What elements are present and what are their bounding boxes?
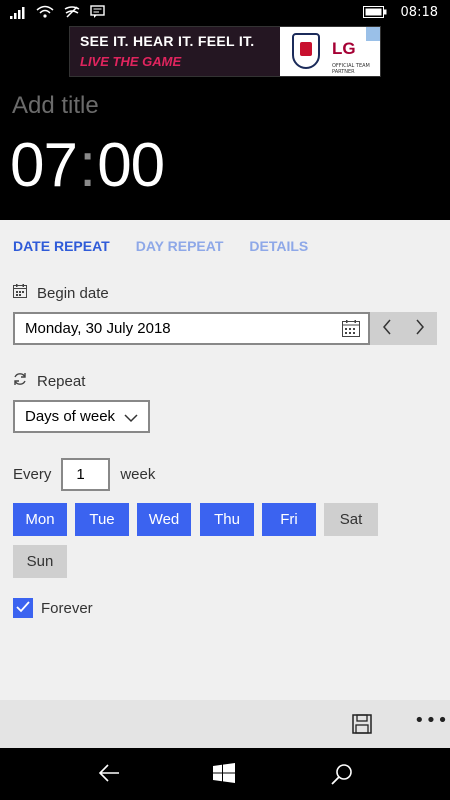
- previous-date-button[interactable]: [370, 312, 404, 345]
- time-hours[interactable]: 07: [10, 130, 78, 201]
- forever-checkbox[interactable]: [13, 598, 33, 618]
- chevron-right-icon: [415, 319, 425, 339]
- wifi-icon: [36, 4, 54, 23]
- ad-info-icon[interactable]: [366, 27, 380, 41]
- status-bar: 08:18: [0, 0, 450, 26]
- every-row: Every 1 week: [13, 458, 155, 491]
- calendar-icon: [13, 284, 27, 302]
- back-arrow-icon[interactable]: [97, 763, 121, 787]
- status-time: 08:18: [400, 5, 438, 20]
- every-suffix: week: [120, 466, 156, 483]
- tab-bar: DATE REPEAT DAY REPEAT DETAILS: [13, 238, 308, 254]
- ad-tagline: LIVE THE GAME: [80, 54, 182, 69]
- repeat-label: Repeat: [37, 372, 86, 390]
- app-bar: •••: [0, 700, 450, 748]
- day-sat-button[interactable]: Sat: [324, 503, 378, 536]
- tab-date-repeat[interactable]: DATE REPEAT: [13, 238, 110, 254]
- day-fri-button[interactable]: Fri: [262, 503, 316, 536]
- more-options-icon[interactable]: •••: [414, 710, 449, 731]
- time-colon: :: [78, 131, 96, 200]
- repeat-select[interactable]: Days of week: [13, 400, 150, 433]
- day-thu-button[interactable]: Thu: [200, 503, 254, 536]
- network-icon: [64, 4, 80, 23]
- begin-date-label: Begin date: [37, 284, 109, 302]
- windows-start-icon[interactable]: [213, 763, 235, 787]
- signal-icon: [10, 4, 26, 23]
- ad-banner[interactable]: SEE IT. HEAR IT. FEEL IT. LIVE THE GAME …: [69, 26, 381, 77]
- crest-icon: [292, 33, 320, 69]
- battery-icon: [362, 3, 387, 22]
- tab-details[interactable]: DETAILS: [249, 238, 308, 254]
- title-input[interactable]: Add title: [12, 92, 99, 120]
- tab-day-repeat[interactable]: DAY REPEAT: [136, 238, 224, 254]
- next-date-button[interactable]: [404, 312, 438, 345]
- content-panel: DATE REPEAT DAY REPEAT DETAILS Begin dat…: [0, 220, 450, 700]
- refresh-icon: [13, 372, 27, 390]
- time-minutes[interactable]: 00: [97, 130, 165, 201]
- checkmark-icon: [16, 600, 30, 617]
- every-prefix: Every: [13, 466, 52, 483]
- forever-label: Forever: [41, 599, 93, 617]
- save-icon[interactable]: [352, 714, 372, 738]
- repeat-label-row: Repeat: [13, 372, 85, 390]
- chevron-left-icon: [382, 319, 392, 339]
- day-sun-button[interactable]: Sun: [13, 545, 67, 578]
- begin-date-field[interactable]: Monday, 30 July 2018: [13, 312, 370, 345]
- ad-headline: SEE IT. HEAR IT. FEEL IT.: [80, 33, 255, 49]
- message-icon: [90, 4, 105, 23]
- day-tue-button[interactable]: Tue: [75, 503, 129, 536]
- day-mon-button[interactable]: Mon: [13, 503, 67, 536]
- every-input[interactable]: 1: [61, 458, 111, 491]
- date-nav-buttons: [370, 312, 437, 345]
- begin-date-label-row: Begin date: [13, 284, 109, 302]
- search-icon[interactable]: [331, 763, 353, 789]
- chevron-down-icon: [124, 410, 138, 427]
- day-wed-button[interactable]: Wed: [137, 503, 191, 536]
- system-nav-bar: [0, 748, 450, 800]
- forever-row[interactable]: Forever: [13, 598, 93, 618]
- ad-brand: LG: [332, 39, 356, 58]
- begin-date-value: Monday, 30 July 2018: [25, 320, 171, 337]
- date-picker-icon[interactable]: [342, 320, 360, 341]
- time-picker[interactable]: 07 : 00: [10, 130, 165, 201]
- ad-brand-sub: OFFICIAL TEAM PARTNER: [332, 63, 370, 75]
- repeat-selected: Days of week: [25, 408, 116, 425]
